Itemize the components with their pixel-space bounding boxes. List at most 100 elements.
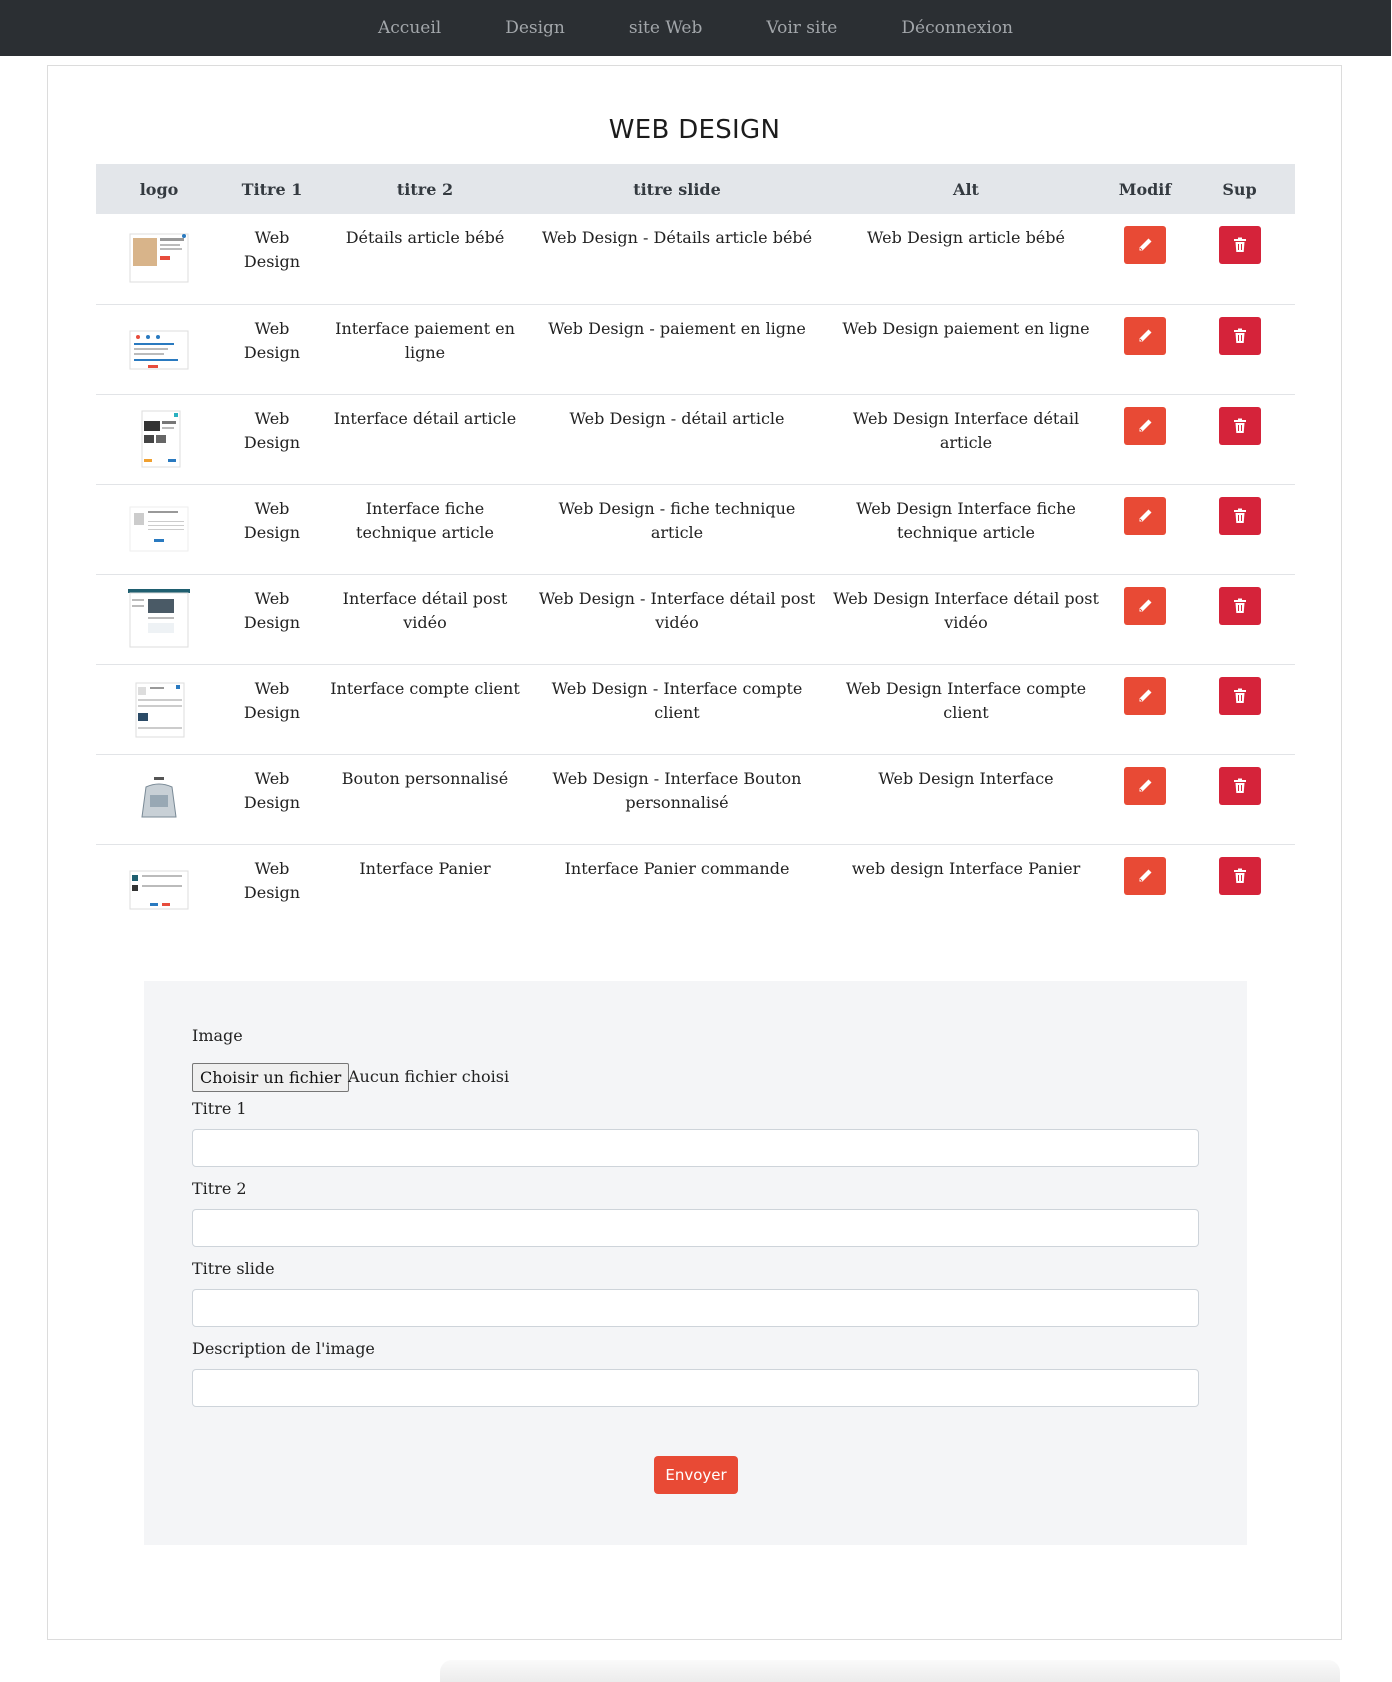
row-modif-cell <box>1106 304 1184 394</box>
table-row: Web Design Interface détail article Web De… <box>96 394 1295 484</box>
delete-button[interactable] <box>1218 496 1261 535</box>
page-footer-shadow <box>440 1660 1340 1682</box>
row-alt: Web Design paiement en ligne <box>842 318 1090 338</box>
row-thumbnail-image <box>141 410 181 467</box>
row-titre1: Web Design <box>243 318 301 362</box>
image-label: Image <box>192 1026 243 1045</box>
edit-button[interactable] <box>1124 676 1166 715</box>
row-titre2: Interface détail article <box>333 408 517 428</box>
col-header-sup: Sup <box>1222 179 1257 199</box>
row-logo-cell <box>96 214 222 304</box>
row-titre-slide: Web Design - détail article <box>569 408 785 428</box>
row-modif-cell <box>1106 214 1184 304</box>
trash-icon <box>1233 778 1246 793</box>
row-logo-cell <box>96 664 222 754</box>
col-header-titre2: titre 2 <box>396 179 454 199</box>
edit-button[interactable] <box>1124 496 1166 535</box>
row-alt: Web Design Interface compte client <box>845 678 1087 722</box>
titre1-input[interactable] <box>192 1129 1199 1167</box>
row-titre1: Web Design <box>243 678 301 722</box>
edit-button[interactable] <box>1124 316 1166 355</box>
row-titre2: Interface fiche technique article <box>356 498 494 542</box>
add-form-panel: Image Choisir un fichier Aucun fichier c… <box>144 981 1247 1545</box>
row-logo-cell <box>96 844 222 934</box>
nav-link-site-web[interactable]: site Web <box>629 18 703 38</box>
row-logo-cell <box>96 484 222 574</box>
titre1-label: Titre 1 <box>192 1099 247 1118</box>
row-modif-cell <box>1106 484 1184 574</box>
row-alt: Web Design Interface détail article <box>852 408 1080 452</box>
row-titre1: Web Design <box>243 858 301 902</box>
col-header-modif: Modif <box>1118 179 1172 199</box>
row-alt: Web Design Interface fiche technique art… <box>856 498 1076 542</box>
row-logo-cell <box>96 754 222 844</box>
row-thumbnail-image <box>129 506 189 551</box>
trash-icon <box>1233 688 1246 703</box>
edit-button[interactable] <box>1124 226 1166 264</box>
pencil-icon <box>1139 329 1152 341</box>
row-titre1: Web Design <box>243 228 301 271</box>
pencil-icon <box>1139 238 1152 251</box>
top-navbar: Accueil Design site Web Voir site Déconn… <box>0 0 1391 56</box>
titre2-input[interactable] <box>192 1209 1199 1247</box>
row-thumbnail-image <box>129 330 189 369</box>
row-titre-slide: Web Design - paiement en ligne <box>548 318 806 338</box>
web-design-table: logo Titre 1 titre 2 titre slide Alt Mod… <box>96 164 1295 934</box>
row-titre1: Web Design <box>243 768 301 812</box>
delete-button[interactable] <box>1218 316 1261 355</box>
row-sup-cell <box>1184 304 1295 394</box>
row-titre-slide: Web Design - Interface compte client <box>551 678 803 722</box>
nav-link-voir-site[interactable]: Voir site <box>766 18 837 38</box>
edit-button[interactable] <box>1124 856 1166 895</box>
table-row: Web Design Interface détail post vidéo Web… <box>96 574 1295 664</box>
row-logo-cell <box>96 304 222 394</box>
nav-link-accueil[interactable]: Accueil <box>378 18 441 38</box>
description-input[interactable] <box>192 1369 1199 1407</box>
row-thumbnail-image <box>128 766 190 831</box>
row-thumbnail-image <box>135 682 185 737</box>
choose-file-button[interactable]: Choisir un fichier <box>192 1063 350 1092</box>
row-titre-slide: Interface Panier commande <box>564 858 790 878</box>
delete-button[interactable] <box>1218 766 1261 805</box>
pencil-icon <box>1139 509 1152 521</box>
row-logo-cell <box>96 394 222 484</box>
row-thumbnail-image <box>129 870 189 909</box>
table-row: Web Design Interface paiement en ligne Web… <box>96 304 1295 394</box>
submit-button[interactable]: Envoyer <box>654 1456 738 1494</box>
edit-button[interactable] <box>1124 406 1166 445</box>
titre2-label: Titre 2 <box>192 1179 247 1198</box>
row-titre2: Interface Panier <box>359 858 491 878</box>
trash-icon <box>1233 237 1246 252</box>
page-title: WEB DESIGN <box>608 115 781 145</box>
description-label: Description de l'image <box>192 1339 375 1358</box>
row-titre2: Bouton personnalisé <box>341 768 509 788</box>
table-row: Web Design Bouton personnalisé Web Design … <box>96 754 1295 844</box>
row-titre-slide: Web Design - fiche technique article <box>558 498 796 542</box>
titre-slide-input[interactable] <box>192 1289 1199 1327</box>
delete-button[interactable] <box>1218 856 1261 895</box>
row-modif-cell <box>1106 394 1184 484</box>
trash-icon <box>1233 328 1246 343</box>
row-thumbnail-image <box>129 233 189 283</box>
delete-button[interactable] <box>1218 586 1261 625</box>
row-titre2: Interface détail post vidéo <box>342 588 508 632</box>
row-modif-cell <box>1106 664 1184 754</box>
nav-link-deconnexion[interactable]: Déconnexion <box>901 18 1013 38</box>
edit-button[interactable] <box>1124 586 1166 625</box>
row-titre-slide: Web Design - Détails article bébé <box>541 228 813 247</box>
table-row: Web Design Interface Panier Interface Pani… <box>96 844 1295 934</box>
pencil-icon <box>1139 599 1152 611</box>
row-logo-cell <box>96 574 222 664</box>
file-status-text: Aucun fichier choisi <box>348 1067 510 1086</box>
content-card: WEB DESIGN logo Titre 1 titre 2 titre sl… <box>47 65 1342 1640</box>
delete-button[interactable] <box>1218 676 1261 715</box>
row-modif-cell <box>1106 844 1184 934</box>
row-modif-cell <box>1106 574 1184 664</box>
delete-button[interactable] <box>1218 406 1261 445</box>
col-header-titre1: Titre 1 <box>241 179 303 199</box>
delete-button[interactable] <box>1218 226 1261 264</box>
nav-link-design[interactable]: Design <box>505 18 565 38</box>
table-header-row: logo Titre 1 titre 2 titre slide Alt Mod… <box>96 164 1295 214</box>
edit-button[interactable] <box>1124 766 1166 805</box>
row-sup-cell <box>1184 484 1295 574</box>
